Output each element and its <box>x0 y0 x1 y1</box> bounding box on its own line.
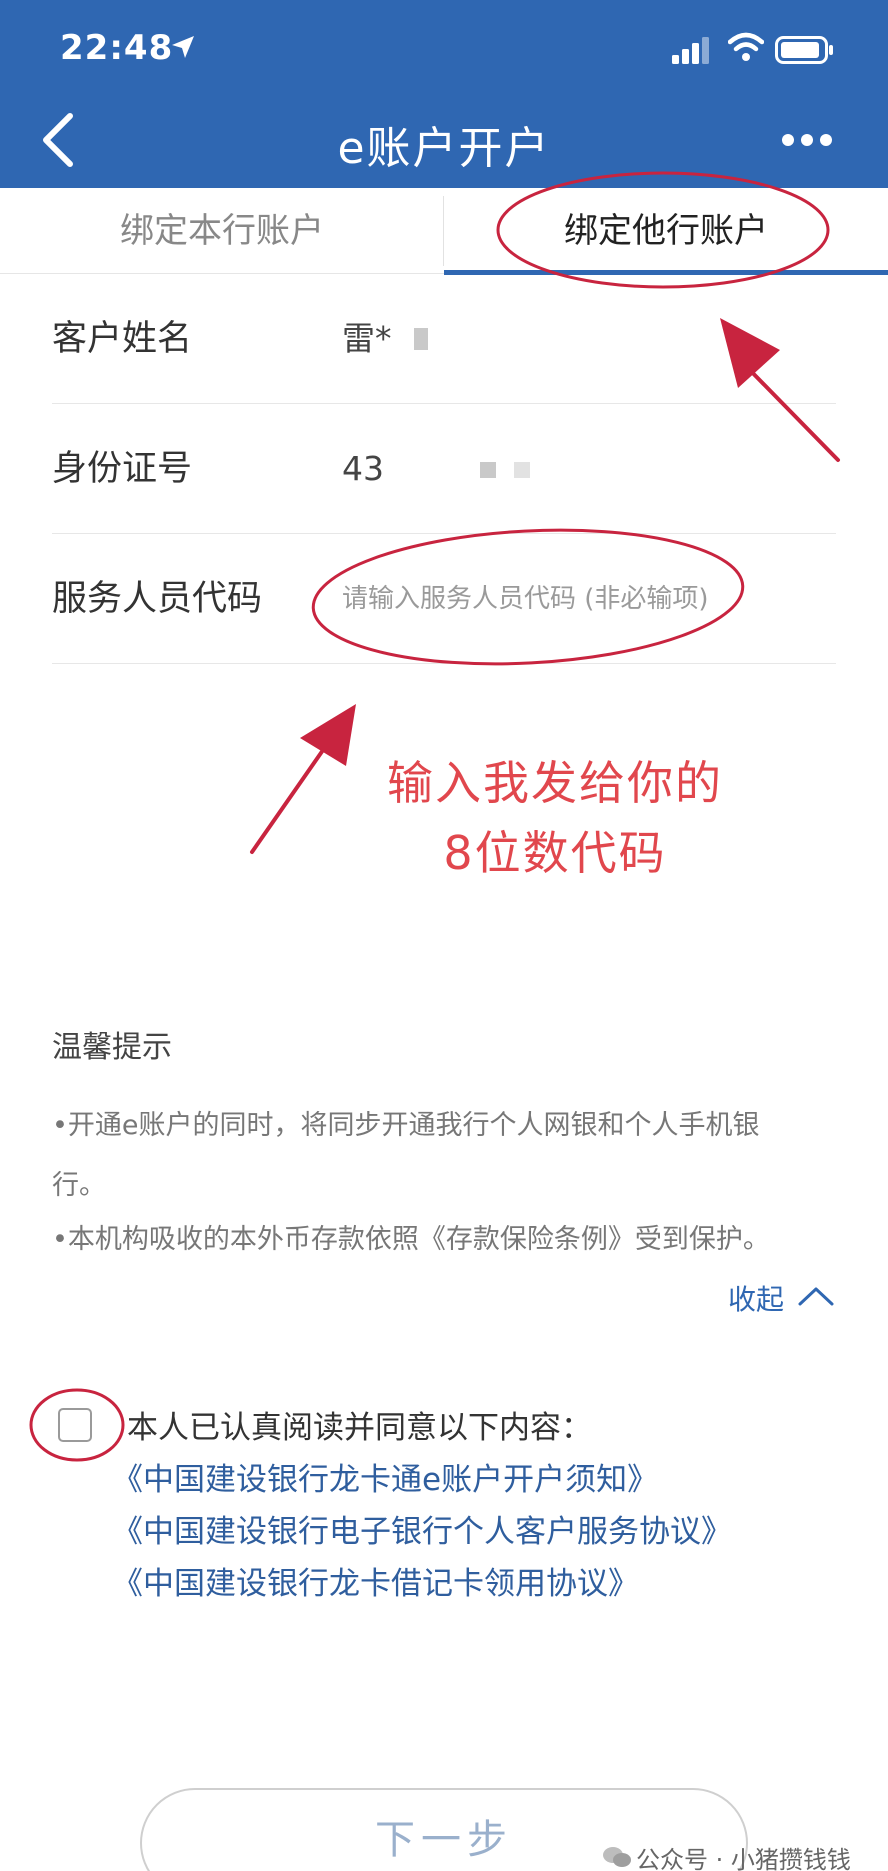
wechat-icon <box>603 1847 631 1867</box>
tab-bind-own-bank[interactable]: 绑定本行账户 <box>0 188 444 274</box>
battery-icon <box>775 36 833 64</box>
account-tabs: 绑定本行账户 绑定他行账户 <box>0 188 888 275</box>
agreement-link-open-account[interactable]: 《中国建设银行龙卡通e账户开户须知》 <box>112 1454 658 1499</box>
agreement-link-debit-card[interactable]: 《中国建设银行龙卡借记卡领用协议》 <box>112 1558 639 1603</box>
staff-code-row: 服务人员代码 <box>52 534 836 664</box>
collapse-link[interactable]: 收起 <box>728 1278 784 1318</box>
tips-line-2: 行。 <box>52 1170 106 1201</box>
agree-statement: 本人已认真阅读并同意以下内容： <box>127 1410 592 1446</box>
wifi-icon <box>728 32 764 61</box>
annotation-line-2: 8位数代码 <box>443 826 667 880</box>
tips-line-3: •本机构吸收的本外币存款依照《存款保险条例》受到保护。 <box>52 1224 770 1255</box>
tab-bind-other-bank[interactable]: 绑定他行账户 <box>444 188 888 274</box>
id-number-label: 身份证号 <box>52 449 193 489</box>
watermark-text: 公众号 · 小猪攒钱钱 <box>636 1846 851 1871</box>
page-title: e账户开户 <box>337 123 551 174</box>
customer-name-value: 雷* <box>342 319 392 358</box>
tips-line-1: •开通e账户的同时，将同步开通我行个人网银和个人手机银 <box>52 1110 760 1141</box>
masked-blur <box>480 462 496 478</box>
chevron-up-icon[interactable] <box>796 1284 836 1308</box>
cellular-signal-icon <box>672 37 709 64</box>
agree-checkbox[interactable] <box>58 1408 92 1442</box>
status-time: 22:48 <box>60 28 174 68</box>
customer-name-label: 客户姓名 <box>52 319 193 359</box>
agreement-link-ebank-service[interactable]: 《中国建设银行电子银行个人客户服务协议》 <box>112 1506 732 1551</box>
more-dots-icon[interactable] <box>780 130 834 150</box>
id-number-row: 身份证号 43 <box>52 404 836 534</box>
location-arrow-icon <box>172 36 194 58</box>
customer-name-row: 客户姓名 雷* <box>52 274 836 404</box>
masked-blur <box>414 328 428 350</box>
staff-code-label: 服务人员代码 <box>52 579 263 619</box>
tips-title: 温馨提示 <box>52 1030 172 1065</box>
masked-blur <box>514 462 530 478</box>
annotation-line-1: 输入我发给你的 <box>387 756 723 810</box>
staff-code-input[interactable] <box>342 574 836 624</box>
top-bar: 22:48 e账户开户 <box>0 0 888 188</box>
annotation-text: 输入我发给你的 8位数代码 <box>320 748 790 888</box>
id-number-value: 43 <box>342 449 384 488</box>
